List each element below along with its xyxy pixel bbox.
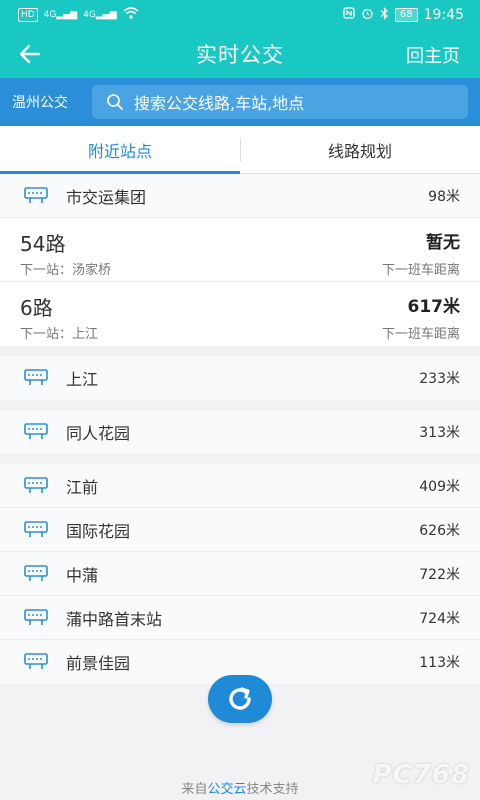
station-group: 市交运集团 98米 54路 下一站：汤家桥 暂无 下一班车距离 6路 下一站：上… — [0, 174, 480, 346]
refresh-button[interactable] — [208, 675, 272, 723]
route-row[interactable]: 54路 下一站：汤家桥 暂无 下一班车距离 — [0, 218, 480, 282]
city-selector[interactable]: 温州公交 — [12, 92, 92, 112]
station-distance: 722米 — [419, 566, 460, 583]
bus-stop-icon — [24, 186, 48, 203]
station-distance: 313米 — [419, 425, 460, 441]
bus-stop-icon — [24, 476, 48, 493]
alarm-icon — [361, 7, 374, 24]
status-bar: HD 4G▂▄▆ 4G▂▄▆ 68 19:45 — [0, 0, 480, 30]
station-row[interactable]: 蒲中路首末站 724米 — [0, 596, 480, 640]
station-name: 同人花园 — [66, 424, 131, 443]
station-distance: 626米 — [419, 522, 460, 539]
route-row[interactable]: 6路 下一站：上江 617米 下一班车距离 — [0, 282, 480, 346]
status-left: HD 4G▂▄▆ 4G▂▄▆ — [18, 7, 139, 23]
bus-stop-icon — [24, 564, 48, 581]
station-group: 同人花园 313米 — [0, 410, 480, 454]
route-name: 6路 — [20, 296, 53, 320]
station-name: 江前 — [66, 477, 99, 497]
station-row[interactable]: 江前 409米 — [0, 464, 480, 508]
tab-bar: 附近站点 线路规划 — [0, 126, 480, 174]
station-name: 蒲中路首末站 — [66, 609, 163, 629]
bluetooth-icon — [380, 6, 389, 24]
bus-stop-icon — [24, 608, 48, 625]
tab-route-planning[interactable]: 线路规划 — [240, 126, 480, 173]
tab-nearby-stations[interactable]: 附近站点 — [0, 126, 240, 174]
station-name: 前景佳园 — [66, 654, 131, 673]
route-distance-label: 下一班车距离 — [381, 263, 460, 278]
footer-brand-link[interactable]: 公交云 — [207, 782, 246, 797]
station-row[interactable]: 中蒲 722米 — [0, 552, 480, 596]
refresh-icon — [229, 687, 251, 710]
station-row[interactable]: 国际花园 626米 — [0, 508, 480, 552]
bus-stop-icon — [24, 520, 48, 537]
signal-icon-2: 4G▂▄▆ — [83, 10, 117, 20]
clock: 19:45 — [423, 7, 464, 23]
station-name: 市交运集团 — [66, 187, 147, 207]
route-bus-distance: 暂无 — [426, 233, 460, 253]
bus-stop-icon — [24, 423, 48, 439]
station-group: 上江 233米 — [0, 356, 480, 400]
station-distance: 724米 — [419, 610, 460, 627]
footer-suffix: 技术支持 — [246, 782, 299, 797]
station-distance: 98米 — [428, 188, 460, 205]
station-distance: 113米 — [419, 655, 460, 671]
bus-stop-icon — [24, 369, 48, 385]
station-row[interactable]: 市交运集团 98米 — [0, 174, 480, 218]
station-distance: 233米 — [419, 371, 460, 387]
hd-badge: HD — [18, 8, 38, 22]
station-distance: 409米 — [419, 478, 460, 495]
title-bar: 实时公交 回主页 — [0, 30, 480, 78]
wifi-icon — [123, 7, 139, 23]
route-next-stop: 下一站：汤家桥 — [20, 263, 112, 278]
station-name: 中蒲 — [66, 565, 99, 585]
route-name: 54路 — [20, 232, 66, 256]
station-row[interactable]: 同人花园 313米 — [0, 410, 480, 454]
signal-icon-1: 4G▂▄▆ — [43, 10, 78, 20]
nfc-icon — [343, 7, 355, 23]
footer-prefix: 来自 — [181, 782, 208, 797]
home-button[interactable]: 回主页 — [406, 42, 460, 68]
station-name: 国际花园 — [66, 521, 131, 541]
station-name: 上江 — [66, 370, 99, 389]
back-button[interactable] — [14, 38, 46, 70]
search-placeholder: 搜索公交线路,车站,地点 — [134, 94, 305, 113]
route-distance-label: 下一班车距离 — [381, 327, 460, 342]
search-icon — [107, 94, 123, 110]
bus-stop-icon — [24, 653, 48, 669]
back-arrow-icon — [19, 44, 41, 64]
route-bus-distance: 617米 — [407, 297, 461, 317]
battery-icon: 68 — [394, 8, 418, 22]
watermark: PC768 — [372, 760, 470, 790]
station-row[interactable]: 上江 233米 — [0, 356, 480, 400]
station-list: 市交运集团 98米 54路 下一站：汤家桥 暂无 下一班车距离 6路 下一站：上… — [0, 174, 480, 694]
search-bar: 温州公交 搜索公交线路,车站,地点 — [0, 78, 480, 126]
station-group: 江前 409米 国际花园 626米 中蒲 722米 蒲中路首末站 724米 前景… — [0, 464, 480, 684]
route-next-stop: 下一站：上江 — [20, 327, 99, 342]
search-input[interactable]: 搜索公交线路,车站,地点 — [92, 85, 468, 119]
status-right: 68 19:45 — [343, 6, 464, 24]
